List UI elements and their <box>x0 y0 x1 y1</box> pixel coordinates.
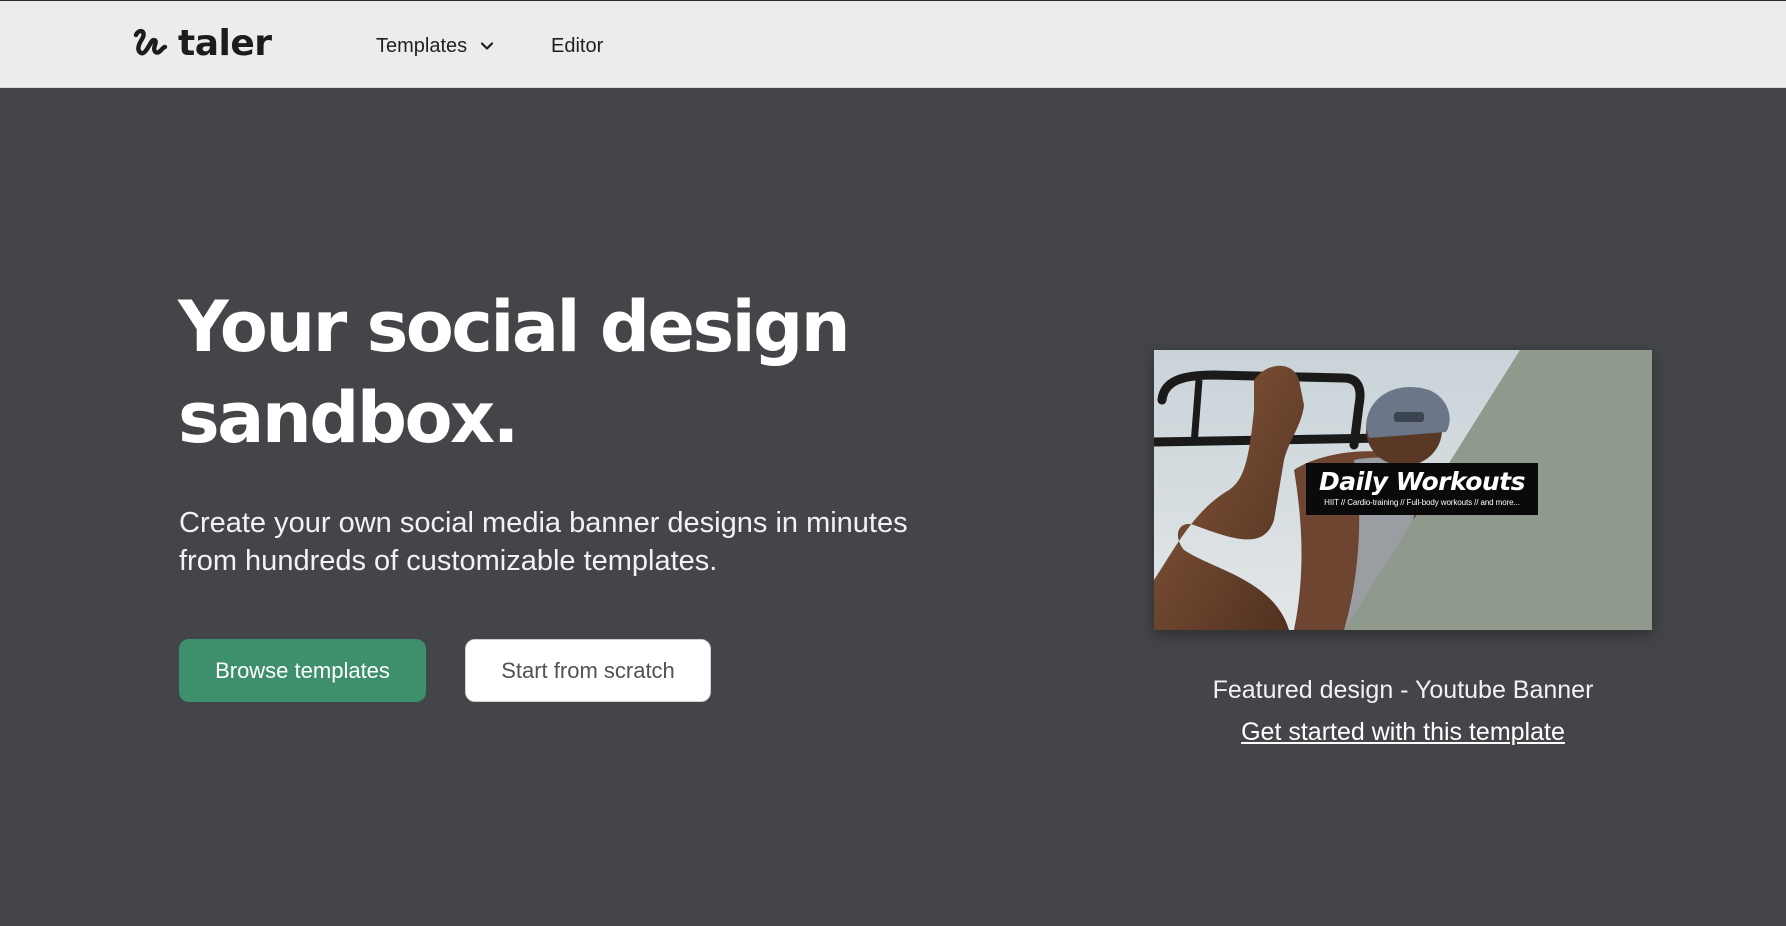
nav-editor-link[interactable]: Editor <box>551 31 603 61</box>
taler-logo[interactable]: taler <box>130 23 272 65</box>
banner-text-block: Daily Workouts HIIT // Cardio-training /… <box>1306 463 1538 515</box>
hero-title: Your social design sandbox. <box>178 282 898 464</box>
featured-design-preview[interactable]: Daily Workouts HIIT // Cardio-training /… <box>1154 350 1652 630</box>
banner-title: Daily Workouts <box>1318 467 1526 496</box>
banner-tagline: HIIT // Cardio-training // Full-body wor… <box>1324 498 1520 507</box>
hero-subtitle-line-2: from hundreds of customizable templates. <box>179 545 718 577</box>
hero-subtitle-line-1: Create your own social media banner desi… <box>179 507 908 539</box>
hero-subtitle: Create your own social media banner desi… <box>179 504 979 580</box>
nav-templates-label: Templates <box>376 34 468 57</box>
logo-wordmark: taler <box>178 23 272 64</box>
featured-caption: Featured design - Youtube Banner <box>1212 676 1594 704</box>
chevron-down-icon <box>481 42 494 50</box>
top-navigation-bar: taler Templates Editor <box>0 0 1786 88</box>
start-from-scratch-button[interactable]: Start from scratch <box>465 639 711 702</box>
get-started-template-link[interactable]: Get started with this template <box>1154 718 1652 747</box>
nav-editor-label: Editor <box>551 34 604 57</box>
browse-templates-button[interactable]: Browse templates <box>179 639 426 702</box>
taler-squiggle-icon <box>133 28 168 56</box>
hero-title-line-1: Your social design <box>178 286 851 368</box>
nav-templates-dropdown[interactable]: Templates <box>376 31 495 61</box>
hero-title-line-2: sandbox. <box>178 377 519 459</box>
